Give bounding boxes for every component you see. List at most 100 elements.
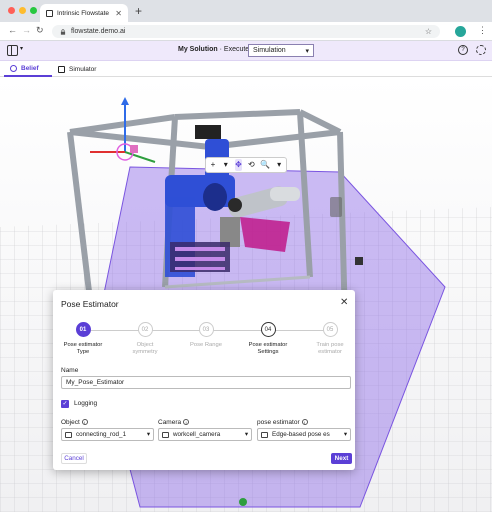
step-label: Object symmetry [115,342,175,356]
add-button[interactable]: + [209,159,217,171]
mode-tabs: Belief Simulator [0,61,492,77]
logging-checkbox[interactable]: ✓ [61,400,69,408]
chevron-down-icon: ▾ [343,431,347,438]
belief-icon [10,64,17,72]
name-input[interactable]: My_Pose_Estimator [61,376,351,389]
name-label: Name [61,367,79,374]
forward-icon[interactable]: → [22,25,31,35]
browser-menu-icon[interactable]: ⋮ [478,25,487,36]
camera-icon [162,431,169,438]
url-text: flowstate.demo.ai [71,28,126,35]
zoom-icon[interactable]: 🔍 [260,159,270,171]
rotate-tool-icon[interactable]: ⟲ [247,159,255,171]
object-value: connecting_rod_1 [76,431,127,438]
estimator-value: Edge-based pose es [272,431,330,438]
step-number: 05 [322,322,338,337]
step-label-line2: estimator [318,349,342,355]
fixture-rows [170,242,230,272]
app-header: ▾ My Solution · Execute on Simulation ▾ … [0,41,492,61]
minimize-window-button[interactable] [19,7,26,14]
reload-icon[interactable]: ↻ [36,25,44,36]
settings-gear-icon[interactable] [476,45,486,55]
info-icon[interactable]: i [81,419,88,426]
step-5[interactable]: 05 Train pose estimator [300,322,360,356]
info-icon[interactable]: i [183,419,190,426]
favicon-icon [46,9,53,17]
step-label-line1: Object [136,342,154,348]
step-label-line2: Type [76,349,90,355]
estimator-label: pose estimator [257,419,300,426]
step-4[interactable]: 04 Pose estimator Settings [238,322,298,356]
estimator-icon [261,431,268,438]
step-label: Pose Range [176,342,236,349]
object-select[interactable]: connecting_rod_1 ▾ [61,428,154,441]
step-label-line1: Pose estimator [63,342,103,348]
step-number: 03 [198,322,214,337]
chevron-down-icon: ▾ [146,431,150,438]
close-window-button[interactable] [8,7,15,14]
pose-estimator-select[interactable]: Edge-based pose es ▾ [257,428,351,441]
object-field-label: Object i [61,419,88,426]
camera-field-label: Camera i [158,419,190,426]
info-icon[interactable]: i [301,419,308,426]
origin-marker [239,498,247,506]
browser-toolbar: ← → ↻ flowstate.demo.ai ☆ ⋮ [0,22,492,41]
next-button[interactable]: Next [331,453,352,464]
step-label: Train pose estimator [300,342,360,356]
chevron-down-icon[interactable]: ▾ [20,45,23,52]
camera-label: Camera [158,419,182,426]
step-2[interactable]: 02 Object symmetry [115,322,175,356]
step-label-line1: Pose Range [190,342,222,348]
dialog-title: Pose Estimator [61,299,119,309]
maximize-window-button[interactable] [30,7,37,14]
chevron-down-icon: ▾ [305,48,309,55]
solution-title: My Solution · Execute on [178,46,259,53]
stepper: 01 Pose estimator Type 02 Object symmetry … [53,322,355,362]
sidebar-toggle-icon[interactable] [7,45,18,56]
simulator-icon [58,65,65,73]
lock-icon [60,28,66,35]
profile-avatar[interactable] [455,26,466,37]
solution-name: My Solution [178,46,218,53]
step-number: 01 [75,322,91,337]
camera-value: workcell_camera [173,431,221,438]
step-label: Pose estimator Type [53,342,113,356]
step-number: 04 [260,322,276,337]
camera-device [195,125,221,139]
tab-belief-label: Belief [21,64,39,72]
chevron-down-icon: ▾ [244,431,248,438]
step-1[interactable]: 01 Pose estimator Type [53,322,113,356]
step-label-line2: Settings [257,349,279,355]
close-icon[interactable]: ✕ [340,297,348,308]
bookmark-star-icon[interactable]: ☆ [425,27,432,36]
logging-label: Logging [74,400,98,407]
execute-target-value: Simulation [253,47,286,54]
tab-simulator-label: Simulator [69,65,97,73]
step-label-line1: Train pose [316,342,344,348]
add-dropdown-icon[interactable]: ▾ [222,159,230,171]
pose-estimator-dialog: Pose Estimator ✕ 01 Pose estimator Type 0… [53,290,355,470]
back-icon[interactable]: ← [8,25,17,35]
address-bar[interactable]: flowstate.demo.ai ☆ [52,25,440,38]
step-3[interactable]: 03 Pose Range [176,322,236,349]
step-label-line2: symmetry [132,349,158,355]
new-tab-button[interactable]: + [135,4,142,18]
camera-select[interactable]: workcell_camera ▾ [158,428,252,441]
tab-simulator[interactable]: Simulator [52,61,102,77]
step-number: 02 [137,322,153,337]
step-label-line1: Pose estimator [248,342,288,348]
object-label: Object [61,419,80,426]
browser-tab[interactable]: Intrinsic Flowstate ✕ [40,4,128,22]
zoom-dropdown-icon[interactable]: ▾ [275,159,283,171]
magenta-part [240,217,290,252]
tab-belief[interactable]: Belief [4,61,52,77]
help-icon[interactable]: ? [458,45,468,55]
execute-target-select[interactable]: Simulation ▾ [248,44,314,57]
step-label: Pose estimator Settings [238,342,298,356]
object-icon [65,431,72,438]
browser-tab-bar: Intrinsic Flowstate ✕ + [0,0,492,22]
move-tool-icon[interactable]: ✥ [234,159,243,171]
tab-close-icon[interactable]: ✕ [115,9,122,18]
cancel-button[interactable]: Cancel [61,453,87,464]
viewport-toolbar: + ▾ ✥ ⟲ 🔍 ▾ [205,157,287,173]
